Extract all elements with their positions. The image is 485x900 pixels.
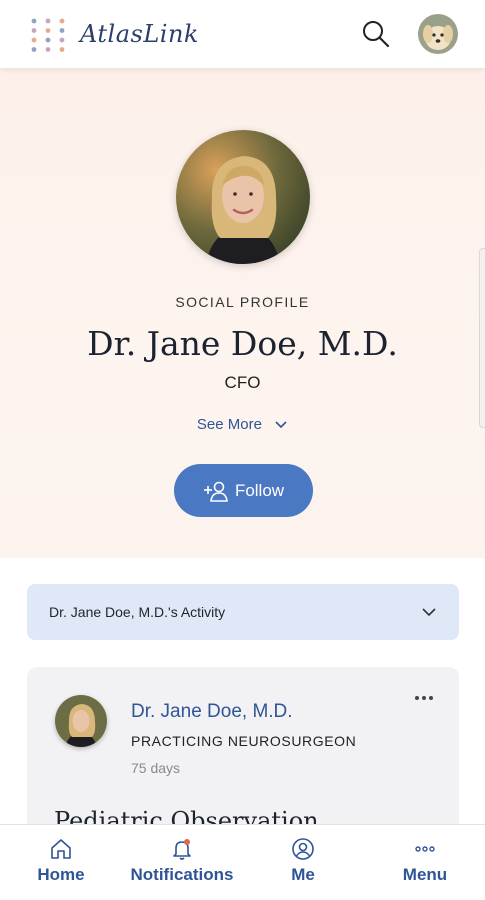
app-name[interactable]: AtlasLink xyxy=(80,20,199,48)
see-more-label: See More xyxy=(196,416,262,433)
chevron-down-icon xyxy=(275,421,287,429)
nav-menu[interactable]: Menu xyxy=(390,825,460,900)
follow-button[interactable]: Follow xyxy=(174,464,313,517)
post-timestamp: 75 days xyxy=(131,760,181,776)
ellipsis-icon xyxy=(415,846,435,852)
bottom-navigation: Home Notifications Me Menu xyxy=(0,824,485,900)
logo-dot xyxy=(59,18,65,24)
nav-me[interactable]: Me xyxy=(272,825,334,900)
logo-dot xyxy=(45,47,51,52)
activity-label: Dr. Jane Doe, M.D.'s Activity xyxy=(49,604,226,620)
logo-dot xyxy=(45,28,51,33)
logo-dot xyxy=(45,37,51,43)
see-more-link[interactable]: See More xyxy=(0,416,485,433)
profile-photo xyxy=(176,130,310,264)
logo-dot xyxy=(59,28,65,33)
add-person-icon xyxy=(203,481,228,502)
search-icon[interactable] xyxy=(360,18,392,50)
dog-avatar-icon xyxy=(418,14,458,54)
logo-dot xyxy=(45,18,51,24)
nav-home-label: Home xyxy=(37,865,85,884)
home-icon xyxy=(51,839,71,859)
nav-me-label: Me xyxy=(291,865,315,884)
activity-dropdown[interactable]: Dr. Jane Doe, M.D.'s Activity xyxy=(27,584,459,640)
nav-notifications[interactable]: Notifications xyxy=(122,825,242,900)
profile-job-title: CFO xyxy=(224,373,261,392)
logo-dot xyxy=(31,28,37,33)
user-circle-icon xyxy=(292,838,314,860)
logo-dot xyxy=(31,47,37,52)
more-options-icon[interactable] xyxy=(411,689,437,707)
bell-icon xyxy=(173,839,191,860)
nav-menu-label: Menu xyxy=(402,865,448,884)
atlaslink-logo-icon[interactable] xyxy=(28,16,68,54)
chevron-down-icon xyxy=(422,608,436,617)
logo-dot xyxy=(59,37,65,43)
logo-dot xyxy=(59,47,65,52)
post-author-role: PRACTICING NEUROSURGEON xyxy=(131,733,357,749)
follow-label: Follow xyxy=(234,480,285,500)
logo-dot xyxy=(31,18,37,24)
nav-notifications-label: Notifications xyxy=(130,865,234,884)
profile-name: Dr. Jane Doe, M.D. xyxy=(87,324,398,363)
user-avatar[interactable] xyxy=(418,14,458,54)
post-author-name[interactable]: Dr. Jane Doe, M.D. xyxy=(131,701,293,723)
post-author-avatar[interactable] xyxy=(55,695,107,747)
nav-home[interactable]: Home xyxy=(30,825,92,900)
profile-section-label: SOCIAL PROFILE xyxy=(175,294,310,310)
logo-dot xyxy=(31,37,37,43)
top-bar: AtlasLink xyxy=(0,0,485,68)
